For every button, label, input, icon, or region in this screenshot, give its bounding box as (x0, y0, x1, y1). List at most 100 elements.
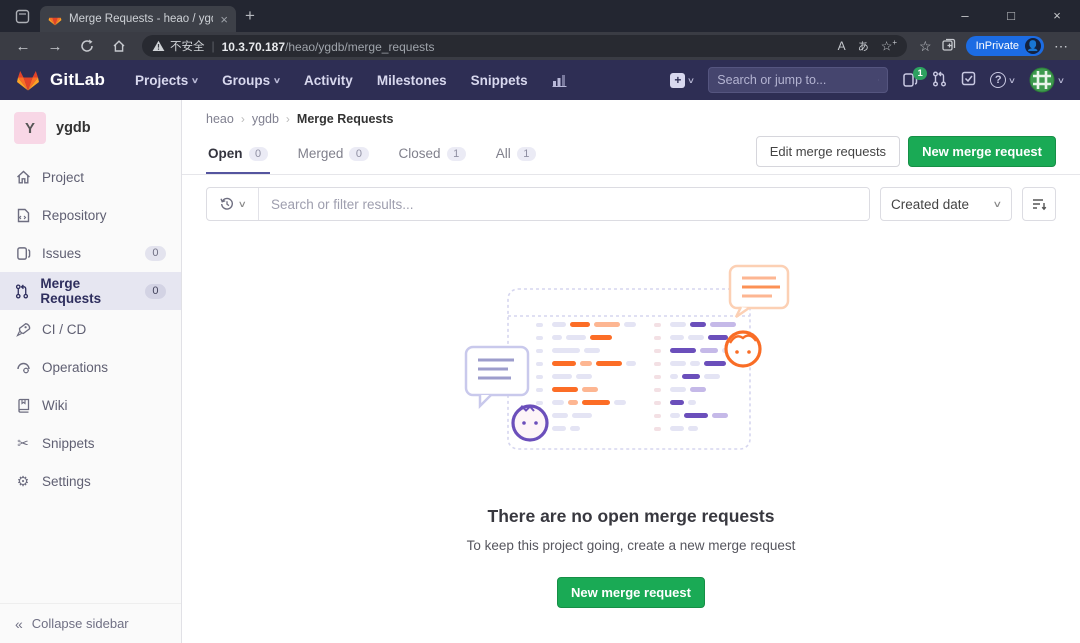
mr-actions: Edit merge requests New merge request (756, 136, 1056, 172)
url-path: /heao/ygdb/merge_requests (285, 40, 434, 54)
browser-tab-title: Merge Requests - heao / ygdb (69, 13, 213, 25)
maximize-icon[interactable]: □ (988, 0, 1034, 30)
empty-state-title: There are no open merge requests (488, 506, 775, 527)
sidebar-item-operations[interactable]: Operations (0, 348, 181, 386)
gitlab-logo[interactable]: GitLab (16, 69, 105, 92)
menu-activity[interactable]: Activity (294, 69, 363, 92)
sidebar-item-settings[interactable]: ⚙ Settings (0, 462, 181, 500)
warning-icon (152, 40, 165, 52)
gitlab-menu: Projects∨ Groups∨ Activity Milestones Sn… (125, 69, 577, 92)
forward-icon[interactable]: → (40, 34, 70, 58)
url-text: 10.3.70.187/heao/ygdb/merge_requests (222, 38, 435, 54)
sidebar-item-project[interactable]: Project (0, 158, 181, 196)
breadcrumb-project[interactable]: ygdb (252, 112, 279, 126)
minimize-icon[interactable]: – (942, 0, 988, 30)
issues-dashboard-icon[interactable]: 1 (902, 72, 918, 88)
menu-projects[interactable]: Projects∨ (125, 69, 208, 92)
browser-profile-avatar: 👤 (1025, 38, 1041, 54)
home-icon[interactable] (104, 34, 134, 58)
edit-merge-requests-button[interactable]: Edit merge requests (756, 136, 900, 167)
rocket-icon (15, 322, 31, 337)
address-bar[interactable]: 不安全 | 10.3.70.187/heao/ygdb/merge_reques… (142, 35, 907, 57)
tab-merged-count: 0 (349, 147, 368, 161)
new-menu-button[interactable]: + ∨ (670, 73, 694, 88)
sort-direction-button[interactable] (1022, 187, 1056, 221)
issues-count-badge: 1 (913, 67, 927, 80)
sidebar-item-repository[interactable]: Repository (0, 196, 181, 234)
refresh-icon[interactable] (72, 34, 102, 58)
add-favorite-icon[interactable]: ☆+ (881, 38, 897, 54)
security-label: 不安全 (170, 38, 205, 54)
sort-by-dropdown[interactable]: Created date ∨ (880, 187, 1012, 221)
project-avatar: Y (14, 112, 46, 144)
menu-groups[interactable]: Groups∨ (212, 69, 290, 92)
inprivate-badge[interactable]: InPrivate 👤 (966, 36, 1044, 56)
tab-close-icon[interactable]: × (220, 12, 228, 27)
global-search-input[interactable] (717, 73, 878, 87)
back-icon[interactable]: ← (8, 34, 38, 58)
close-icon[interactable]: × (1034, 0, 1080, 30)
sidebar-item-wiki[interactable]: Wiki (0, 386, 181, 424)
file-icon (15, 208, 31, 223)
new-merge-request-button[interactable]: New merge request (908, 136, 1056, 167)
book-icon (15, 398, 31, 413)
new-tab-button[interactable]: + (236, 3, 264, 29)
sidebar-item-snippets[interactable]: ✂ Snippets (0, 424, 181, 462)
read-aloud-icon[interactable]: A (838, 39, 846, 53)
orange-face-icon (726, 332, 760, 366)
breadcrumb-group[interactable]: heao (206, 112, 234, 126)
chevron-down-icon: ∨ (237, 199, 246, 210)
help-menu[interactable]: ? ∨ (990, 72, 1015, 88)
tab-actions-menu-icon[interactable] (8, 3, 36, 29)
tab-merged[interactable]: Merged0 (296, 134, 371, 174)
favorites-bar-icon[interactable]: ☆ (919, 38, 932, 55)
breadcrumb-separator: › (286, 112, 290, 126)
todos-icon[interactable] (961, 71, 976, 89)
filtered-search[interactable]: ∨ (206, 187, 870, 221)
tab-open[interactable]: Open0 (206, 134, 270, 174)
menu-snippets[interactable]: Snippets (461, 69, 538, 92)
workspace: Y ygdb Project Repository Issues 0 (0, 100, 1080, 643)
security-status[interactable]: 不安全 (152, 38, 205, 54)
charts-icon[interactable] (542, 69, 577, 91)
collapse-sidebar-button[interactable]: « Collapse sidebar (0, 603, 181, 643)
tab-all[interactable]: All1 (494, 134, 538, 174)
new-merge-request-button-empty[interactable]: New merge request (557, 577, 705, 608)
chevron-down-icon: ∨ (273, 76, 281, 85)
translate-icon[interactable]: あ (858, 38, 869, 54)
global-search[interactable] (708, 67, 888, 93)
tab-closed[interactable]: Closed1 (397, 134, 468, 174)
search-history-dropdown[interactable]: ∨ (207, 188, 259, 220)
address-bar-tools: A あ ☆+ (838, 38, 897, 54)
collections-icon[interactable] (942, 38, 956, 55)
gear-icon: ⚙ (15, 473, 31, 490)
sidebar-item-ci-cd[interactable]: CI / CD (0, 310, 181, 348)
sidebar-nav: Project Repository Issues 0 Merge Reques… (0, 158, 181, 500)
chevron-down-icon: ∨ (191, 76, 199, 85)
gitlab-brand-text: GitLab (50, 70, 105, 90)
breadcrumb-current: Merge Requests (297, 112, 394, 126)
url-host: 10.3.70.187 (222, 40, 285, 54)
project-header[interactable]: Y ygdb (0, 100, 181, 158)
sidebar-item-merge-requests[interactable]: Merge Requests 0 (0, 272, 181, 310)
merge-requests-dashboard-icon[interactable] (932, 71, 947, 90)
tab-closed-count: 1 (447, 147, 466, 161)
user-menu[interactable]: ∨ (1029, 67, 1064, 93)
filter-search-input[interactable] (259, 188, 869, 220)
screen: Merge Requests - heao / ygdb × + – □ × ←… (0, 0, 1080, 643)
collapse-icon: « (15, 616, 23, 632)
chevron-down-icon: ∨ (687, 76, 695, 85)
browser-tab[interactable]: Merge Requests - heao / ygdb × (40, 6, 236, 32)
project-name: ygdb (56, 120, 91, 136)
sidebar-item-issues[interactable]: Issues 0 (0, 234, 181, 272)
help-icon: ? (990, 72, 1006, 88)
browser-menu-icon[interactable]: ⋯ (1054, 38, 1068, 55)
issues-badge: 0 (145, 246, 166, 261)
menu-milestones[interactable]: Milestones (367, 69, 457, 92)
mr-state-tabs: Open0 Merged0 Closed1 All1 Edit merge re… (182, 134, 1080, 175)
orange-speech-bubble (730, 266, 788, 317)
inprivate-label: InPrivate (976, 40, 1019, 52)
user-avatar (1029, 67, 1055, 93)
merge-request-icon (15, 284, 29, 299)
chevron-down-icon: ∨ (1008, 76, 1016, 85)
